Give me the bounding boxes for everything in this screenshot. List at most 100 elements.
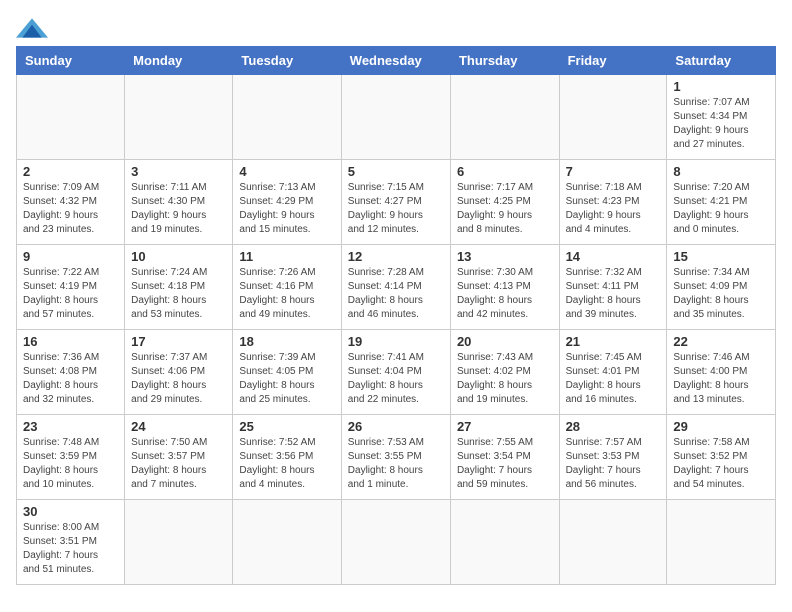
calendar-cell: 14 Sunrise: 7:32 AM Sunset: 4:11 PM Dayli… [559,245,667,330]
day-info: Sunrise: 7:45 AM Sunset: 4:01 PM Dayligh… [566,351,661,407]
day-number: 29 [673,419,769,434]
day-number: 1 [673,79,769,94]
calendar-cell: 9 Sunrise: 7:22 AM Sunset: 4:19 PM Daylig… [17,245,125,330]
calendar-cell: 29 Sunrise: 7:58 AM Sunset: 3:52 PM Dayli… [667,415,776,500]
day-info: Sunrise: 7:18 AM Sunset: 4:23 PM Dayligh… [566,181,661,237]
calendar-cell: 27 Sunrise: 7:55 AM Sunset: 3:54 PM Dayli… [450,415,559,500]
day-number: 19 [348,334,444,349]
calendar-week-row: 9 Sunrise: 7:22 AM Sunset: 4:19 PM Daylig… [17,245,776,330]
calendar-cell: 15 Sunrise: 7:34 AM Sunset: 4:09 PM Dayli… [667,245,776,330]
calendar-cell [125,500,233,585]
calendar-cell: 19 Sunrise: 7:41 AM Sunset: 4:04 PM Dayli… [341,330,450,415]
day-info: Sunrise: 7:48 AM Sunset: 3:59 PM Dayligh… [23,436,118,492]
day-info: Sunrise: 7:09 AM Sunset: 4:32 PM Dayligh… [23,181,118,237]
day-number: 17 [131,334,226,349]
day-info: Sunrise: 7:32 AM Sunset: 4:11 PM Dayligh… [566,266,661,322]
day-info: Sunrise: 7:37 AM Sunset: 4:06 PM Dayligh… [131,351,226,407]
logo [16,16,48,38]
header-friday: Friday [559,47,667,75]
day-number: 3 [131,164,226,179]
calendar-cell: 2 Sunrise: 7:09 AM Sunset: 4:32 PM Daylig… [17,160,125,245]
header-saturday: Saturday [667,47,776,75]
day-number: 7 [566,164,661,179]
calendar-cell [341,75,450,160]
day-number: 9 [23,249,118,264]
calendar-cell: 4 Sunrise: 7:13 AM Sunset: 4:29 PM Daylig… [233,160,341,245]
calendar-cell: 21Sunrise: 7:45 AM Sunset: 4:01 PM Dayli… [559,330,667,415]
calendar-cell [233,500,341,585]
day-info: Sunrise: 7:43 AM Sunset: 4:02 PM Dayligh… [457,351,553,407]
calendar-cell [125,75,233,160]
calendar-week-row: 23 Sunrise: 7:48 AM Sunset: 3:59 PM Dayli… [17,415,776,500]
day-number: 16 [23,334,118,349]
day-info: Sunrise: 7:57 AM Sunset: 3:53 PM Dayligh… [566,436,661,492]
day-info: Sunrise: 7:58 AM Sunset: 3:52 PM Dayligh… [673,436,769,492]
calendar-week-row: 30 Sunrise: 8:00 AM Sunset: 3:51 PM Dayli… [17,500,776,585]
day-number: 13 [457,249,553,264]
calendar-cell: 25 Sunrise: 7:52 AM Sunset: 3:56 PM Dayli… [233,415,341,500]
day-number: 22 [673,334,769,349]
day-info: Sunrise: 7:39 AM Sunset: 4:05 PM Dayligh… [239,351,334,407]
header-wednesday: Wednesday [341,47,450,75]
day-info: Sunrise: 7:07 AM Sunset: 4:34 PM Dayligh… [673,96,769,152]
day-info: Sunrise: 7:34 AM Sunset: 4:09 PM Dayligh… [673,266,769,322]
day-number: 11 [239,249,334,264]
header-monday: Monday [125,47,233,75]
calendar-cell [667,500,776,585]
day-number: 18 [239,334,334,349]
day-number: 26 [348,419,444,434]
day-number: 2 [23,164,118,179]
day-info: Sunrise: 7:52 AM Sunset: 3:56 PM Dayligh… [239,436,334,492]
day-number: 28 [566,419,661,434]
day-number: 25 [239,419,334,434]
day-info: Sunrise: 7:46 AM Sunset: 4:00 PM Dayligh… [673,351,769,407]
calendar-cell: 13 Sunrise: 7:30 AM Sunset: 4:13 PM Dayli… [450,245,559,330]
day-number: 27 [457,419,553,434]
calendar-cell: 22 Sunrise: 7:46 AM Sunset: 4:00 PM Dayli… [667,330,776,415]
day-info: Sunrise: 7:41 AM Sunset: 4:04 PM Dayligh… [348,351,444,407]
day-info: Sunrise: 7:20 AM Sunset: 4:21 PM Dayligh… [673,181,769,237]
day-number: 12 [348,249,444,264]
calendar-cell [559,75,667,160]
calendar-cell: 30 Sunrise: 8:00 AM Sunset: 3:51 PM Dayli… [17,500,125,585]
day-number: 4 [239,164,334,179]
calendar-cell [341,500,450,585]
day-number: 14 [566,249,661,264]
day-number: 23 [23,419,118,434]
calendar-cell: 18 Sunrise: 7:39 AM Sunset: 4:05 PM Dayli… [233,330,341,415]
day-number: 5 [348,164,444,179]
day-info: Sunrise: 7:26 AM Sunset: 4:16 PM Dayligh… [239,266,334,322]
day-number: 10 [131,249,226,264]
day-info: Sunrise: 7:13 AM Sunset: 4:29 PM Dayligh… [239,181,334,237]
calendar-cell [450,75,559,160]
calendar-cell: 16 Sunrise: 7:36 AM Sunset: 4:08 PM Dayli… [17,330,125,415]
header-tuesday: Tuesday [233,47,341,75]
day-info: Sunrise: 7:15 AM Sunset: 4:27 PM Dayligh… [348,181,444,237]
calendar-week-row: 2 Sunrise: 7:09 AM Sunset: 4:32 PM Daylig… [17,160,776,245]
day-number: 20 [457,334,553,349]
day-info: Sunrise: 7:53 AM Sunset: 3:55 PM Dayligh… [348,436,444,492]
day-number: 6 [457,164,553,179]
day-number: 8 [673,164,769,179]
day-info: Sunrise: 7:30 AM Sunset: 4:13 PM Dayligh… [457,266,553,322]
page-header [16,16,776,38]
day-info: Sunrise: 8:00 AM Sunset: 3:51 PM Dayligh… [23,521,118,577]
day-info: Sunrise: 7:17 AM Sunset: 4:25 PM Dayligh… [457,181,553,237]
calendar-cell: 8 Sunrise: 7:20 AM Sunset: 4:21 PM Daylig… [667,160,776,245]
calendar-cell: 5 Sunrise: 7:15 AM Sunset: 4:27 PM Daylig… [341,160,450,245]
calendar-week-row: 1 Sunrise: 7:07 AM Sunset: 4:34 PM Daylig… [17,75,776,160]
day-number: 15 [673,249,769,264]
calendar-cell [450,500,559,585]
day-number: 30 [23,504,118,519]
calendar-cell [233,75,341,160]
day-info: Sunrise: 7:22 AM Sunset: 4:19 PM Dayligh… [23,266,118,322]
calendar-cell [17,75,125,160]
day-info: Sunrise: 7:36 AM Sunset: 4:08 PM Dayligh… [23,351,118,407]
calendar-cell: 28 Sunrise: 7:57 AM Sunset: 3:53 PM Dayli… [559,415,667,500]
logo-icon [16,18,48,38]
day-info: Sunrise: 7:55 AM Sunset: 3:54 PM Dayligh… [457,436,553,492]
calendar-cell: 3 Sunrise: 7:11 AM Sunset: 4:30 PM Daylig… [125,160,233,245]
day-info: Sunrise: 7:11 AM Sunset: 4:30 PM Dayligh… [131,181,226,237]
calendar-cell: 23 Sunrise: 7:48 AM Sunset: 3:59 PM Dayli… [17,415,125,500]
calendar-cell: 20 Sunrise: 7:43 AM Sunset: 4:02 PM Dayli… [450,330,559,415]
